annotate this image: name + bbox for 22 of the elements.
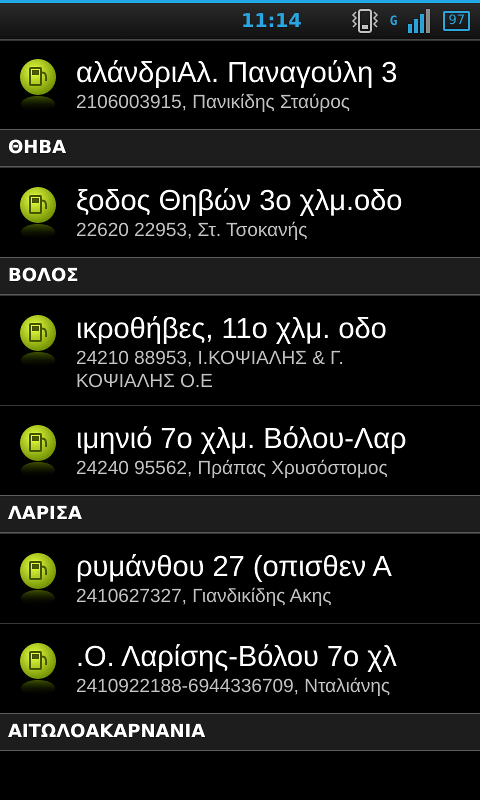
station-details: 22620 22953, Στ. Τσοκανής (76, 219, 308, 242)
station-details: 24210 88953, Ι.ΚΟΨΙΑΛΗΣ & Γ. ΚΟΨΙΑΛΗΣ Ο.Ε (76, 347, 345, 393)
station-address: ιμηνιό 7ο χλμ. Βόλου-Λαρ (76, 422, 408, 457)
clock: 11:14 (241, 10, 302, 32)
vibrate-icon (350, 8, 380, 34)
station-address: ξοδος Θηβών 3ο χλμ.οδο (76, 184, 402, 219)
station-row[interactable]: ρυμάνθου 27 (οπισθεν Α 2410627327, Γιανδικίδης Ακης (0, 533, 480, 623)
station-address: .Ο. Λαρίσης-Βόλου 7ο χλ (76, 640, 398, 675)
station-address: αλάνδριΑλ. Παναγούλη 3 (76, 56, 398, 91)
station-address: ρυμάνθου 27 (οπισθεν Α (76, 550, 392, 585)
station-details: 2410922188-6944336709, Νταλιάνης (76, 675, 392, 698)
battery-icon: 97 (443, 11, 470, 31)
section-header: ΒΟΛΟΣ (0, 257, 480, 295)
section-header: ΛΑΡΙΣΑ (0, 495, 480, 533)
station-details: 2106003915, Πανικίδης Σταύρος (76, 91, 351, 114)
section-header: ΘΗΒΑ (0, 129, 480, 167)
network-type: G (390, 14, 398, 28)
station-details: 2410627327, Γιανδικίδης Ακης (76, 585, 333, 608)
section-header: ΑΙΤΩΛΟΑΚΑΡΝΑΝΙΑ (0, 713, 480, 751)
station-details: 24240 95562, Πράπας Χρυσόστομος (76, 457, 389, 480)
station-row[interactable]: ικροθήβες, 11ο χλμ. οδο 24210 88953, Ι.ΚΟΨΙΑΛΗΣ & Γ. ΚΟΨΙΑΛΗΣ Ο.Ε (0, 295, 480, 405)
station-address: ικροθήβες, 11ο χλμ. οδο (76, 312, 388, 347)
